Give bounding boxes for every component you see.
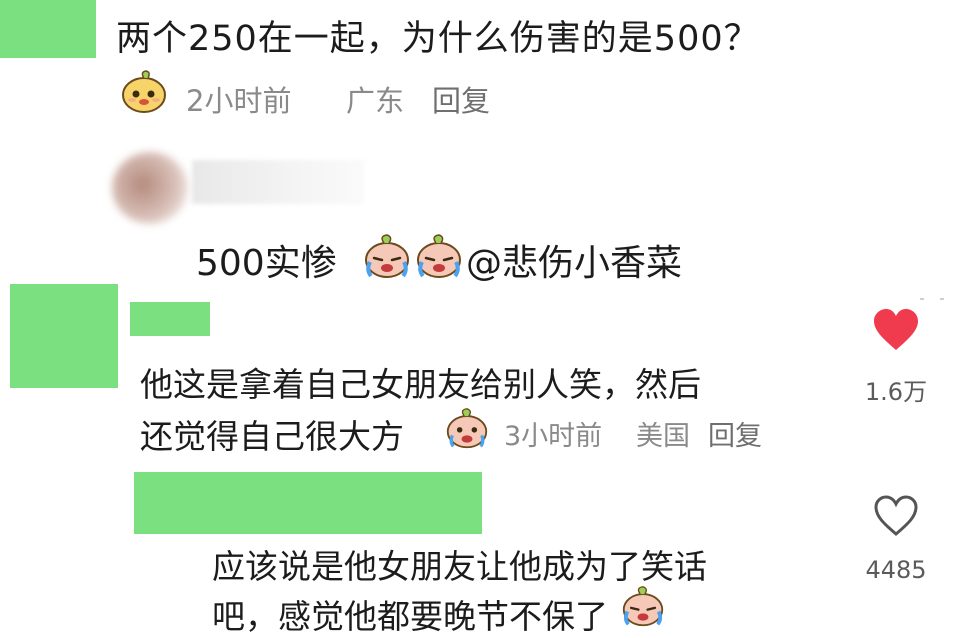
redacted-avatar-top [0,0,96,58]
heart-outline-icon[interactable] [872,494,920,538]
comment1-line1: 他这是拿着自己女朋友给别人笑，然后 [140,365,701,404]
divider-mark [920,298,924,300]
comment1-reply-button[interactable]: 回复 [708,414,762,453]
divider-mark [940,298,944,300]
heart-filled-icon[interactable] [872,308,920,352]
comment2-line1: 应该说是他女朋友让他成为了笑话 [212,547,707,586]
blurred-avatar [112,152,188,224]
redacted-username-comment1 [130,302,210,336]
crying-sticker-icon [362,232,412,280]
comment1-location: 美国 [636,421,690,452]
redacted-avatar-comment1 [10,284,118,388]
crying-sticker-icon [444,406,490,450]
comment2-like-count: 4485 [865,556,927,584]
redacted-username-comment2 [134,472,482,534]
sticker-emoji-icon [120,70,168,114]
post-question: 两个250在一起，为什么伤害的是500？ [116,19,760,59]
comment1-time: 3小时前 [504,421,603,452]
crying-sticker-icon [620,584,666,628]
blurred-username [192,160,364,204]
post-reply-button[interactable]: 回复 [432,78,490,120]
reply-text: 500实惨 [196,243,337,284]
comment1-line2: 还觉得自己很大方 [140,417,404,456]
crying-sticker-icon [414,232,464,280]
comment1-like-count: 1.6万 [864,378,928,406]
post-time: 2小时前 [186,84,292,118]
mention-link[interactable]: @悲伤小香菜 [466,234,682,286]
comment2-line2: 吧，感觉他都要晚节不保了 [212,597,608,636]
post-location: 广东 [346,84,405,118]
